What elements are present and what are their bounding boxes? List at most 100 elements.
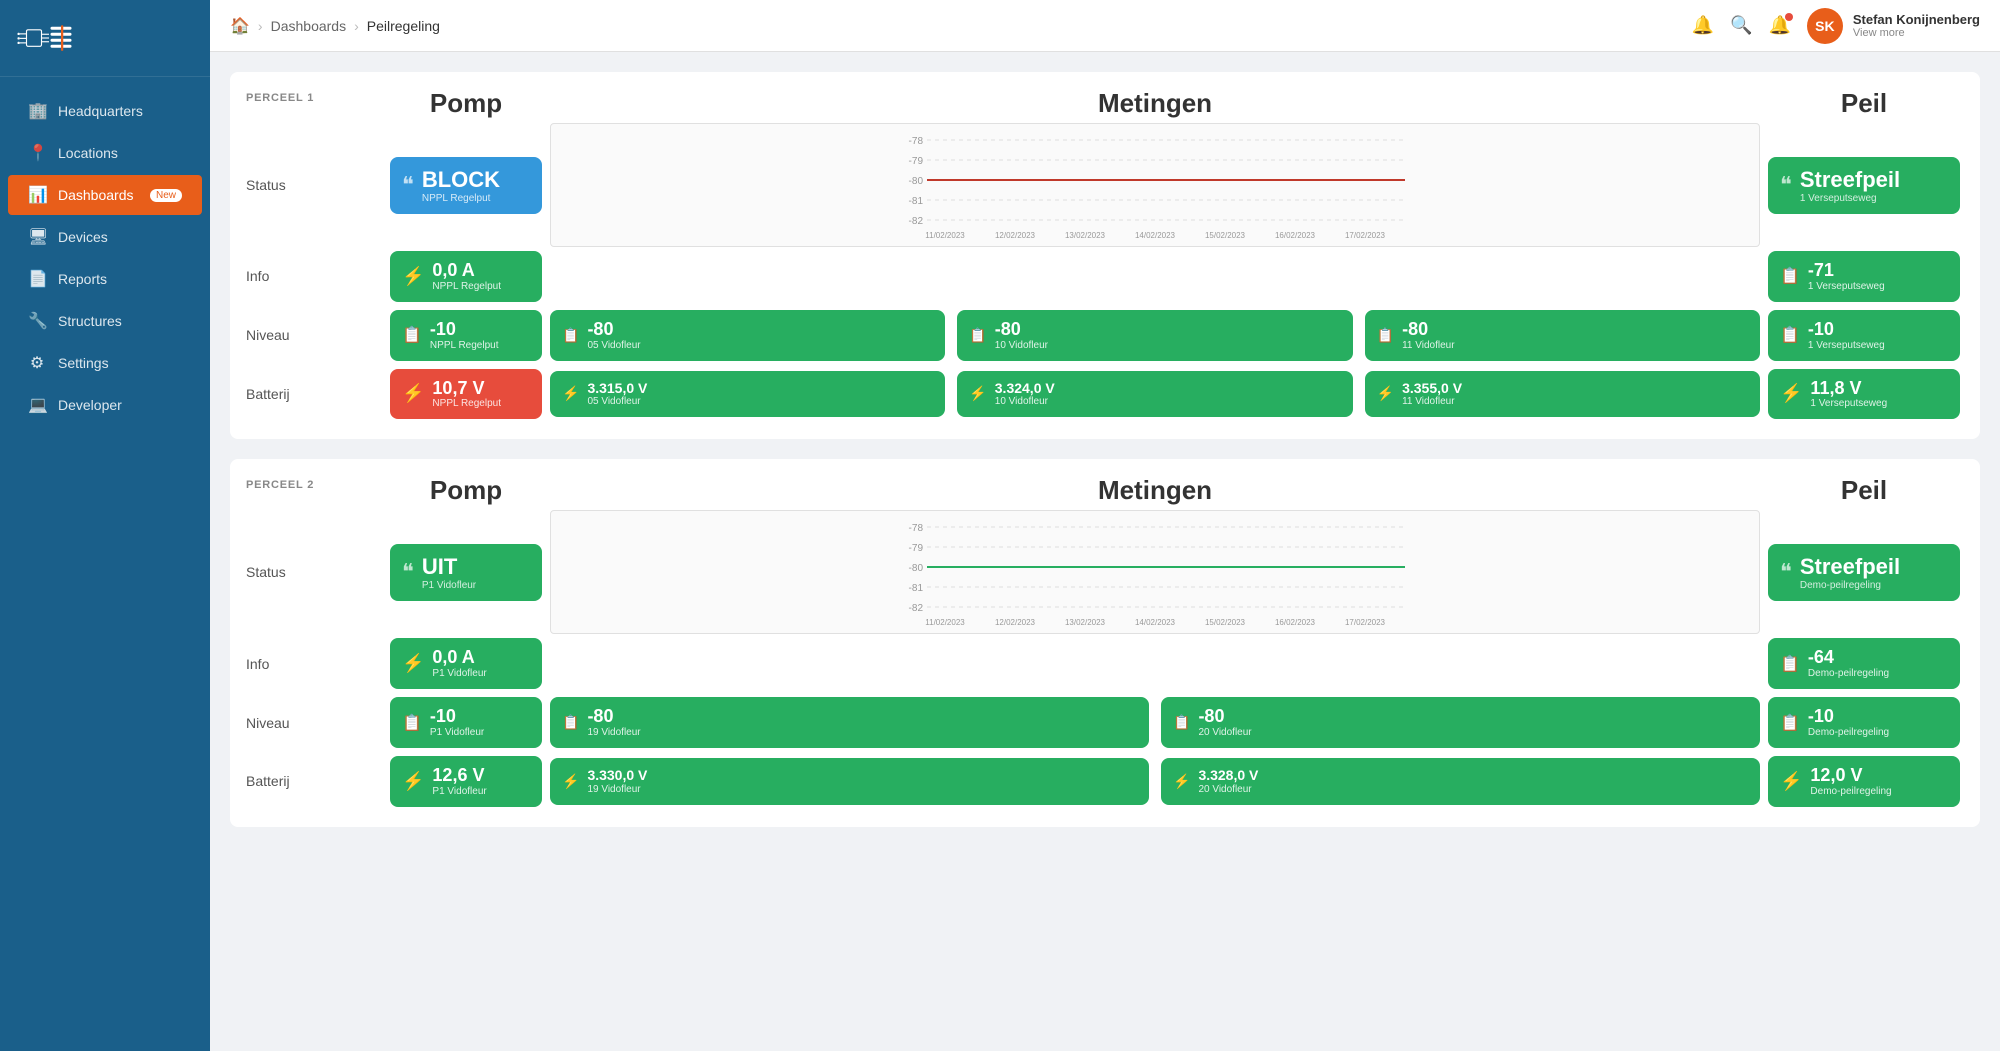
perceel1-batterij-peil-card[interactable]: ⚡ 11,8 V 1 Verseputseweg: [1768, 369, 1960, 420]
perceel2-niveau-met1[interactable]: 📋 -80 19 Vidofleur: [550, 697, 1149, 748]
perceel1-status-pomp-card[interactable]: ❝ BLOCK NPPL Regelput: [390, 157, 542, 214]
perceel2-bat-met1[interactable]: ⚡ 3.330,0 V 19 Vidofleur: [550, 758, 1149, 804]
perceel1-status-value: BLOCK: [422, 167, 530, 193]
perceel1-niveau-label: Niveau: [246, 327, 386, 343]
perceel1-niveau-pomp-value: -10: [430, 320, 530, 340]
bell-icon[interactable]: 🔔: [1768, 15, 1790, 36]
perceel2-bat-peil-sub: Demo-peilregeling: [1810, 786, 1948, 797]
sidebar-item-devices-label: Devices: [58, 229, 108, 245]
notification-settings-icon[interactable]: 🔔: [1692, 15, 1714, 36]
svg-text:-80: -80: [909, 176, 924, 187]
perceel1-bat-met2-value: 3.324,0 V: [995, 381, 1341, 396]
dashboards-badge: New: [150, 189, 182, 202]
bolt10-icon: ⚡: [1173, 773, 1190, 790]
doc9-icon: 📋: [562, 714, 579, 731]
perceel2-batterij-pomp-card[interactable]: ⚡ 12,6 V P1 Vidofleur: [390, 756, 542, 807]
home-icon[interactable]: 🏠: [230, 16, 250, 36]
sidebar-item-devices[interactable]: 🖥 Devices: [8, 217, 202, 257]
bolt2-icon: ⚡: [402, 383, 424, 404]
perceel2-status-label: Status: [246, 564, 386, 580]
breadcrumb-peilregeling: Peilregeling: [367, 18, 440, 34]
perceel1-info-row: Info ⚡ 0,0 A NPPL Regelput 📋: [246, 247, 1964, 306]
perceel1-bat-met3[interactable]: ⚡ 3.355,0 V 11 Vidofleur: [1365, 371, 1760, 417]
perceel2-niveau-met1-value: -80: [587, 707, 1137, 727]
perceel1-info-peil-sub: 1 Verseputseweg: [1808, 281, 1948, 292]
bolt11-icon: ⚡: [1780, 771, 1802, 792]
perceel2-niveau-met1-sub: 19 Vidofleur: [587, 727, 1137, 738]
perceel2-metingen-header: Metingen: [546, 475, 1764, 506]
perceel2-info-pomp-card[interactable]: ⚡ 0,0 A P1 Vidofleur: [390, 638, 542, 689]
perceel2-niveau-pomp-card[interactable]: 📋 -10 P1 Vidofleur: [390, 697, 542, 748]
sidebar-item-dashboards-label: Dashboards: [58, 187, 134, 203]
perceel1-info-pomp-value: 0,0 A: [432, 261, 530, 281]
perceel2-niveau-peil-value: -10: [1808, 707, 1948, 727]
perceel2-peil-header: Peil: [1764, 475, 1964, 506]
perceel2-bat-met2-value: 3.328,0 V: [1198, 768, 1748, 783]
perceel2-info-peil-card[interactable]: 📋 -64 Demo-peilregeling: [1768, 638, 1960, 689]
perceel2-status-peil-card[interactable]: ❝ Streefpeil Demo-peilregeling: [1768, 544, 1960, 601]
doc2-icon: 📋: [402, 325, 422, 345]
perceel2-pomp-header: Pomp: [386, 475, 546, 506]
perceel1-bat-met1[interactable]: ⚡ 3.315,0 V 05 Vidofleur: [550, 371, 945, 417]
perceel1-batterij-pomp-card[interactable]: ⚡ 10,7 V NPPL Regelput: [390, 369, 542, 420]
perceel1-niveau-pomp-sub: NPPL Regelput: [430, 340, 530, 351]
perceel2-batterij-peil-card[interactable]: ⚡ 12,0 V Demo-peilregeling: [1768, 756, 1960, 807]
svg-text:-82: -82: [909, 603, 924, 614]
sidebar-item-structures[interactable]: 🔧 Structures: [8, 301, 202, 341]
perceel1-info-peil-value: -71: [1808, 261, 1948, 281]
doc6-icon: 📋: [1780, 325, 1800, 345]
sidebar-item-settings[interactable]: ⚙ Settings: [8, 343, 202, 383]
perceel1-info-peil-card[interactable]: 📋 -71 1 Verseputseweg: [1768, 251, 1960, 302]
perceel1-info-pomp-card[interactable]: ⚡ 0,0 A NPPL Regelput: [390, 251, 542, 302]
perceel1-status-row: Status ❝ BLOCK NPPL Regelput -78 -79: [246, 123, 1964, 247]
search-icon[interactable]: 🔍: [1730, 15, 1752, 36]
perceel2-peil-status-value: Streefpeil: [1800, 554, 1948, 580]
perceel1-batterij-pomp-value: 10,7 V: [432, 379, 530, 399]
svg-text:-81: -81: [909, 196, 924, 207]
sidebar-item-reports[interactable]: 📄 Reports: [8, 259, 202, 299]
perceel1-pomp-header: Pomp: [386, 88, 546, 119]
perceel1-niveau-pomp-card[interactable]: 📋 -10 NPPL Regelput: [390, 310, 542, 361]
perceel1-status-label: Status: [246, 177, 386, 193]
svg-text:17/02/2023: 17/02/2023: [1345, 618, 1386, 627]
svg-text:11/02/2023: 11/02/2023: [925, 618, 965, 627]
perceel1-status-peil[interactable]: ❝ Streefpeil 1 Verseputseweg: [1764, 153, 1964, 218]
perceel2-bat-met2[interactable]: ⚡ 3.328,0 V 20 Vidofleur: [1161, 758, 1760, 804]
perceel1-bat-met2[interactable]: ⚡ 3.324,0 V 10 Vidofleur: [957, 371, 1352, 417]
svg-text:13/02/2023: 13/02/2023: [1065, 618, 1106, 627]
sidebar-item-headquarters[interactable]: 🏢 Headquarters: [8, 91, 202, 131]
svg-text:15/02/2023: 15/02/2023: [1205, 231, 1246, 240]
sidebar-item-developer[interactable]: 💻 Developer: [8, 385, 202, 425]
perceel1-headers: PERCEEL 1 Pomp Metingen Peil: [246, 88, 1964, 119]
perceel2-info-peil-sub: Demo-peilregeling: [1808, 668, 1948, 679]
breadcrumb-dashboards[interactable]: Dashboards: [271, 18, 347, 34]
sidebar-item-locations[interactable]: 📍 Locations: [8, 133, 202, 173]
perceel2-niveau-peil-sub: Demo-peilregeling: [1808, 727, 1948, 738]
perceel1-status-peil-card[interactable]: ❝ Streefpeil 1 Verseputseweg: [1768, 157, 1960, 214]
perceel1-niveau-met2[interactable]: 📋 -80 10 Vidofleur: [957, 310, 1352, 361]
quote2-icon: ❝: [402, 561, 414, 583]
perceel2-niveau-met2[interactable]: 📋 -80 20 Vidofleur: [1161, 697, 1760, 748]
svg-text:-82: -82: [909, 216, 924, 227]
quote3-icon: ❝: [1780, 561, 1792, 583]
perceel1-batterij-metingen: ⚡ 3.315,0 V 05 Vidofleur ⚡ 3.324,0 V 10 …: [546, 367, 1764, 421]
perceel1-niveau-met1[interactable]: 📋 -80 05 Vidofleur: [550, 310, 945, 361]
perceel2-status-value: UIT: [422, 554, 530, 580]
perceel2-status-pomp-card[interactable]: ❝ UIT P1 Vidofleur: [390, 544, 542, 601]
perceel2-niveau-peil-card[interactable]: 📋 -10 Demo-peilregeling: [1768, 697, 1960, 748]
perceel2-headers: PERCEEL 2 Pomp Metingen Peil: [246, 475, 1964, 506]
perceel1-status-pomp[interactable]: ❝ BLOCK NPPL Regelput: [386, 153, 546, 218]
perceel1-niveau-met3[interactable]: 📋 -80 11 Vidofleur: [1365, 310, 1760, 361]
bolt5-icon: ⚡: [1377, 385, 1394, 402]
main-area: 🏠 › Dashboards › Peilregeling 🔔 🔍 🔔 SK S…: [210, 0, 2000, 1051]
perceel1-niveau-peil-card[interactable]: 📋 -10 1 Verseputseweg: [1768, 310, 1960, 361]
bolt9-icon: ⚡: [562, 773, 579, 790]
sidebar: 🏢 Headquarters 📍 Locations 📊 Dashboards …: [0, 0, 210, 1051]
perceel2-niveau-metingen: 📋 -80 19 Vidofleur 📋 -80 20 Vidofleur: [546, 693, 1764, 752]
sidebar-item-dashboards[interactable]: 📊 Dashboards New: [8, 175, 202, 215]
perceel2-status-row: Status ❝ UIT P1 Vidofleur -78 -79 -80: [246, 510, 1964, 634]
perceel2-chart: -78 -79 -80 -81 -82 11/02/2023 12/02/: [550, 510, 1760, 634]
user-section[interactable]: SK Stefan Konijnenberg View more: [1807, 8, 1980, 44]
sidebar-item-headquarters-label: Headquarters: [58, 103, 143, 119]
perceel1-bat-met2-sub: 10 Vidofleur: [995, 396, 1341, 407]
